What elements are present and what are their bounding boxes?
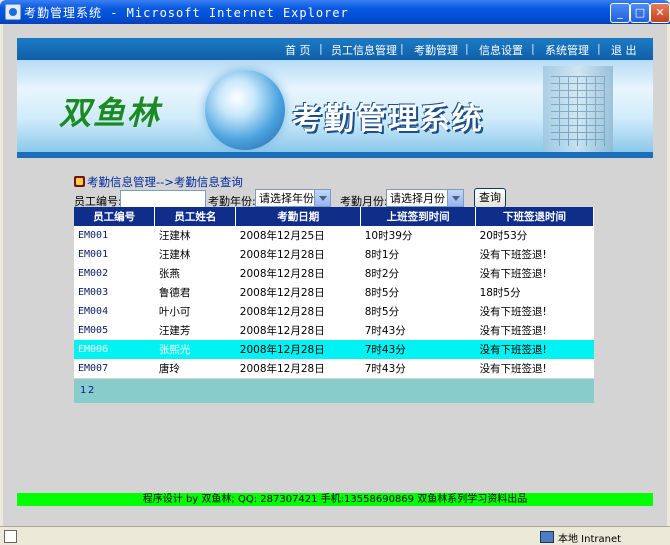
nav-system[interactable]: 系统管理 [545,42,589,58]
nav-separator: | [319,42,323,55]
cell-date: 2008年12月28日 [235,245,361,264]
column-header: 员工编号 [74,207,156,226]
cell-employee-id: EM004 [74,302,155,321]
cell-checkout: 没有下班签退! [475,340,594,359]
nav-attendance[interactable]: 考勤管理 [414,42,458,58]
cell-checkout: 没有下班签退! [475,321,594,340]
table-row[interactable]: EM007 唐玲 2008年12月28日 7时43分 没有下班签退! [74,359,594,378]
computer-icon [540,531,554,543]
nav-separator: | [531,42,535,55]
folder-icon [74,176,85,187]
table-row[interactable]: EM004 叶小可 2008年12月28日 8时5分 没有下班签退! [74,302,594,321]
page-link-2[interactable]: 2 [88,385,94,396]
nav-info-settings[interactable]: 信息设置 [479,42,523,58]
cell-checkin: 7时43分 [360,321,476,340]
cell-checkout: 20时53分 [475,226,594,245]
building-graphic [543,66,613,152]
cell-date: 2008年12月25日 [235,226,361,245]
table-row[interactable]: EM002 张燕 2008年12月28日 8时2分 没有下班签退! [74,264,594,283]
cell-date: 2008年12月28日 [235,321,361,340]
cell-checkin: 8时5分 [360,283,476,302]
nav-logout[interactable]: 退 出 [611,42,637,58]
cell-employee-name: 张燕 [154,264,236,283]
column-header: 员工姓名 [154,207,237,226]
cell-employee-id: EM003 [74,283,155,302]
table-row[interactable]: EM003 鲁德君 2008年12月28日 8时5分 18时5分 [74,283,594,302]
brand-logo-text: 双鱼林 [59,94,162,132]
cell-checkin: 8时5分 [360,302,476,321]
breadcrumb: 考勤信息管理-->考勤信息查询 [74,174,243,190]
breadcrumb-text: 考勤信息管理-->考勤信息查询 [87,175,243,189]
cell-checkin: 10时39分 [360,226,476,245]
cell-employee-name: 汪建林 [154,245,236,264]
nav-separator: | [597,42,601,55]
window-titlebar[interactable]: 考勤管理系统 - Microsoft Internet Explorer _ □… [0,0,670,24]
page-link-1[interactable]: 1 [80,385,86,396]
cell-employee-id: EM001 [74,226,155,245]
cell-employee-name: 汪建林 [154,226,236,245]
nav-separator: | [400,42,404,55]
column-header: 考勤日期 [235,207,362,226]
chevron-down-icon[interactable] [447,190,463,206]
cell-checkout: 没有下班签退! [475,245,594,264]
close-button[interactable]: ✕ [650,3,670,23]
cell-checkout: 18时5分 [475,283,594,302]
cell-date: 2008年12月28日 [235,302,361,321]
table-row-highlighted[interactable]: EM006 张熙光 2008年12月28日 7时43分 没有下班签退! [74,340,594,359]
table-row[interactable]: EM001 汪建林 2008年12月25日 10时39分 20时53分 [74,226,594,245]
header-banner: 双鱼林 考勤管理系统 [17,60,653,158]
system-title: 考勤管理系统 [292,102,484,137]
cell-checkin: 8时2分 [360,264,476,283]
month-select-value: 请选择月份 [390,192,445,205]
query-button[interactable]: 查询 [474,188,506,208]
cell-employee-id: EM005 [74,321,155,340]
table-header-row: 员工编号 员工姓名 考勤日期 上班签到时间 下班签退时间 [74,207,594,226]
cell-checkin: 7时43分 [360,359,476,378]
cell-employee-name: 汪建芳 [154,321,236,340]
cell-employee-id: EM007 [74,359,155,378]
zone-label: 本地 Intranet [558,534,622,545]
maximize-button[interactable]: □ [630,3,650,23]
cell-date: 2008年12月28日 [235,283,361,302]
cell-checkin: 8时1分 [360,245,476,264]
cell-checkout: 没有下班签退! [475,359,594,378]
cell-employee-id: EM006 [74,340,155,359]
year-select[interactable]: 请选择年份 [255,189,331,207]
month-select[interactable]: 请选择月份 [386,189,464,207]
cell-checkout: 没有下班签退! [475,302,594,321]
nav-employee-info[interactable]: 员工信息管理 [331,42,397,58]
cell-date: 2008年12月28日 [235,264,361,283]
banner-stripe [17,152,653,158]
employee-id-input[interactable] [120,190,206,208]
cell-employee-id: EM002 [74,264,155,283]
ie-icon [5,4,21,20]
cell-employee-name: 叶小可 [154,302,236,321]
page-icon [4,530,17,543]
window-title: 考勤管理系统 - Microsoft Internet Explorer [24,6,349,20]
pagination-bar: 1 2 [74,379,594,403]
cell-date: 2008年12月28日 [235,359,361,378]
cell-employee-id: EM001 [74,245,155,264]
nav-home[interactable]: 首 页 [285,42,311,58]
year-select-value: 请选择年份 [259,192,314,205]
attendance-table: 员工编号 员工姓名 考勤日期 上班签到时间 下班签退时间 EM001 汪建林 2… [74,207,594,378]
browser-statusbar: 本地 Intranet [0,526,670,545]
table-row[interactable]: EM001 汪建林 2008年12月28日 8时1分 没有下班签退! [74,245,594,264]
top-nav: 首 页 | 员工信息管理 | 考勤管理 | 信息设置 | 系统管理 | 退 出 [17,38,653,60]
column-header: 下班签退时间 [475,207,594,226]
minimize-button[interactable]: _ [610,3,630,23]
table-row[interactable]: EM005 汪建芳 2008年12月28日 7时43分 没有下班签退! [74,321,594,340]
security-zone: 本地 Intranet [540,530,621,545]
globe-graphic [205,70,285,150]
chevron-down-icon[interactable] [314,190,330,206]
cell-employee-name: 鲁德君 [154,283,236,302]
cell-employee-name: 唐玲 [154,359,236,378]
column-header: 上班签到时间 [360,207,477,226]
cell-checkout: 没有下班签退! [475,264,594,283]
cell-employee-name: 张熙光 [154,340,236,359]
cell-checkin: 7时43分 [360,340,476,359]
cell-date: 2008年12月28日 [235,340,361,359]
nav-separator: | [465,42,469,55]
page-footer: 程序设计 by 双鱼林; QQ: 287307421 手机:1355869086… [17,493,653,506]
